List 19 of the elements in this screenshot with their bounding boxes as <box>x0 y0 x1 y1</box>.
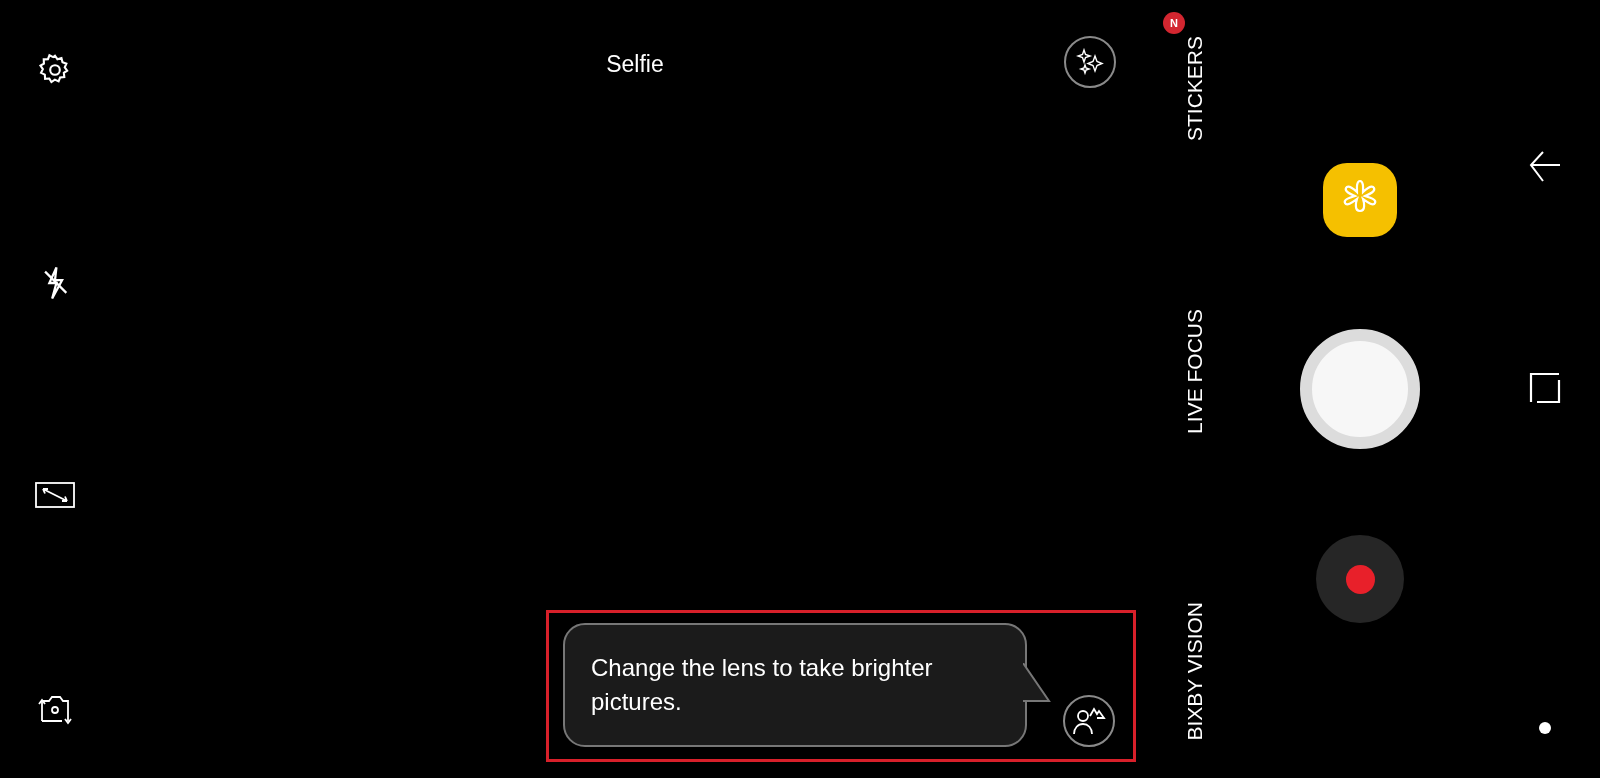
mode-title: Selfie <box>606 50 664 78</box>
tip-text: Change the lens to take brighter pictures. <box>591 653 934 717</box>
home-dot-icon <box>1539 722 1551 734</box>
effects-button[interactable] <box>1064 36 1116 88</box>
lens-button[interactable] <box>1063 695 1115 747</box>
mode-tab[interactable]: STICKERS <box>1183 36 1207 142</box>
home-button[interactable] <box>1539 722 1551 734</box>
new-badge: N <box>1163 12 1185 34</box>
gallery-button[interactable] <box>1323 163 1397 237</box>
mode-tab[interactable]: LIVE FOCUS <box>1183 308 1207 434</box>
record-icon <box>1345 564 1375 594</box>
person-landscape-icon <box>1072 706 1106 736</box>
aspect-ratio-icon <box>35 482 75 509</box>
mode-tab[interactable]: BIXBY VISION <box>1183 601 1207 740</box>
recent-apps-icon <box>1529 372 1561 404</box>
sparkles-icon <box>1076 48 1104 76</box>
back-arrow-icon <box>1529 150 1561 184</box>
recents-button[interactable] <box>1529 372 1561 404</box>
back-button[interactable] <box>1529 150 1561 184</box>
